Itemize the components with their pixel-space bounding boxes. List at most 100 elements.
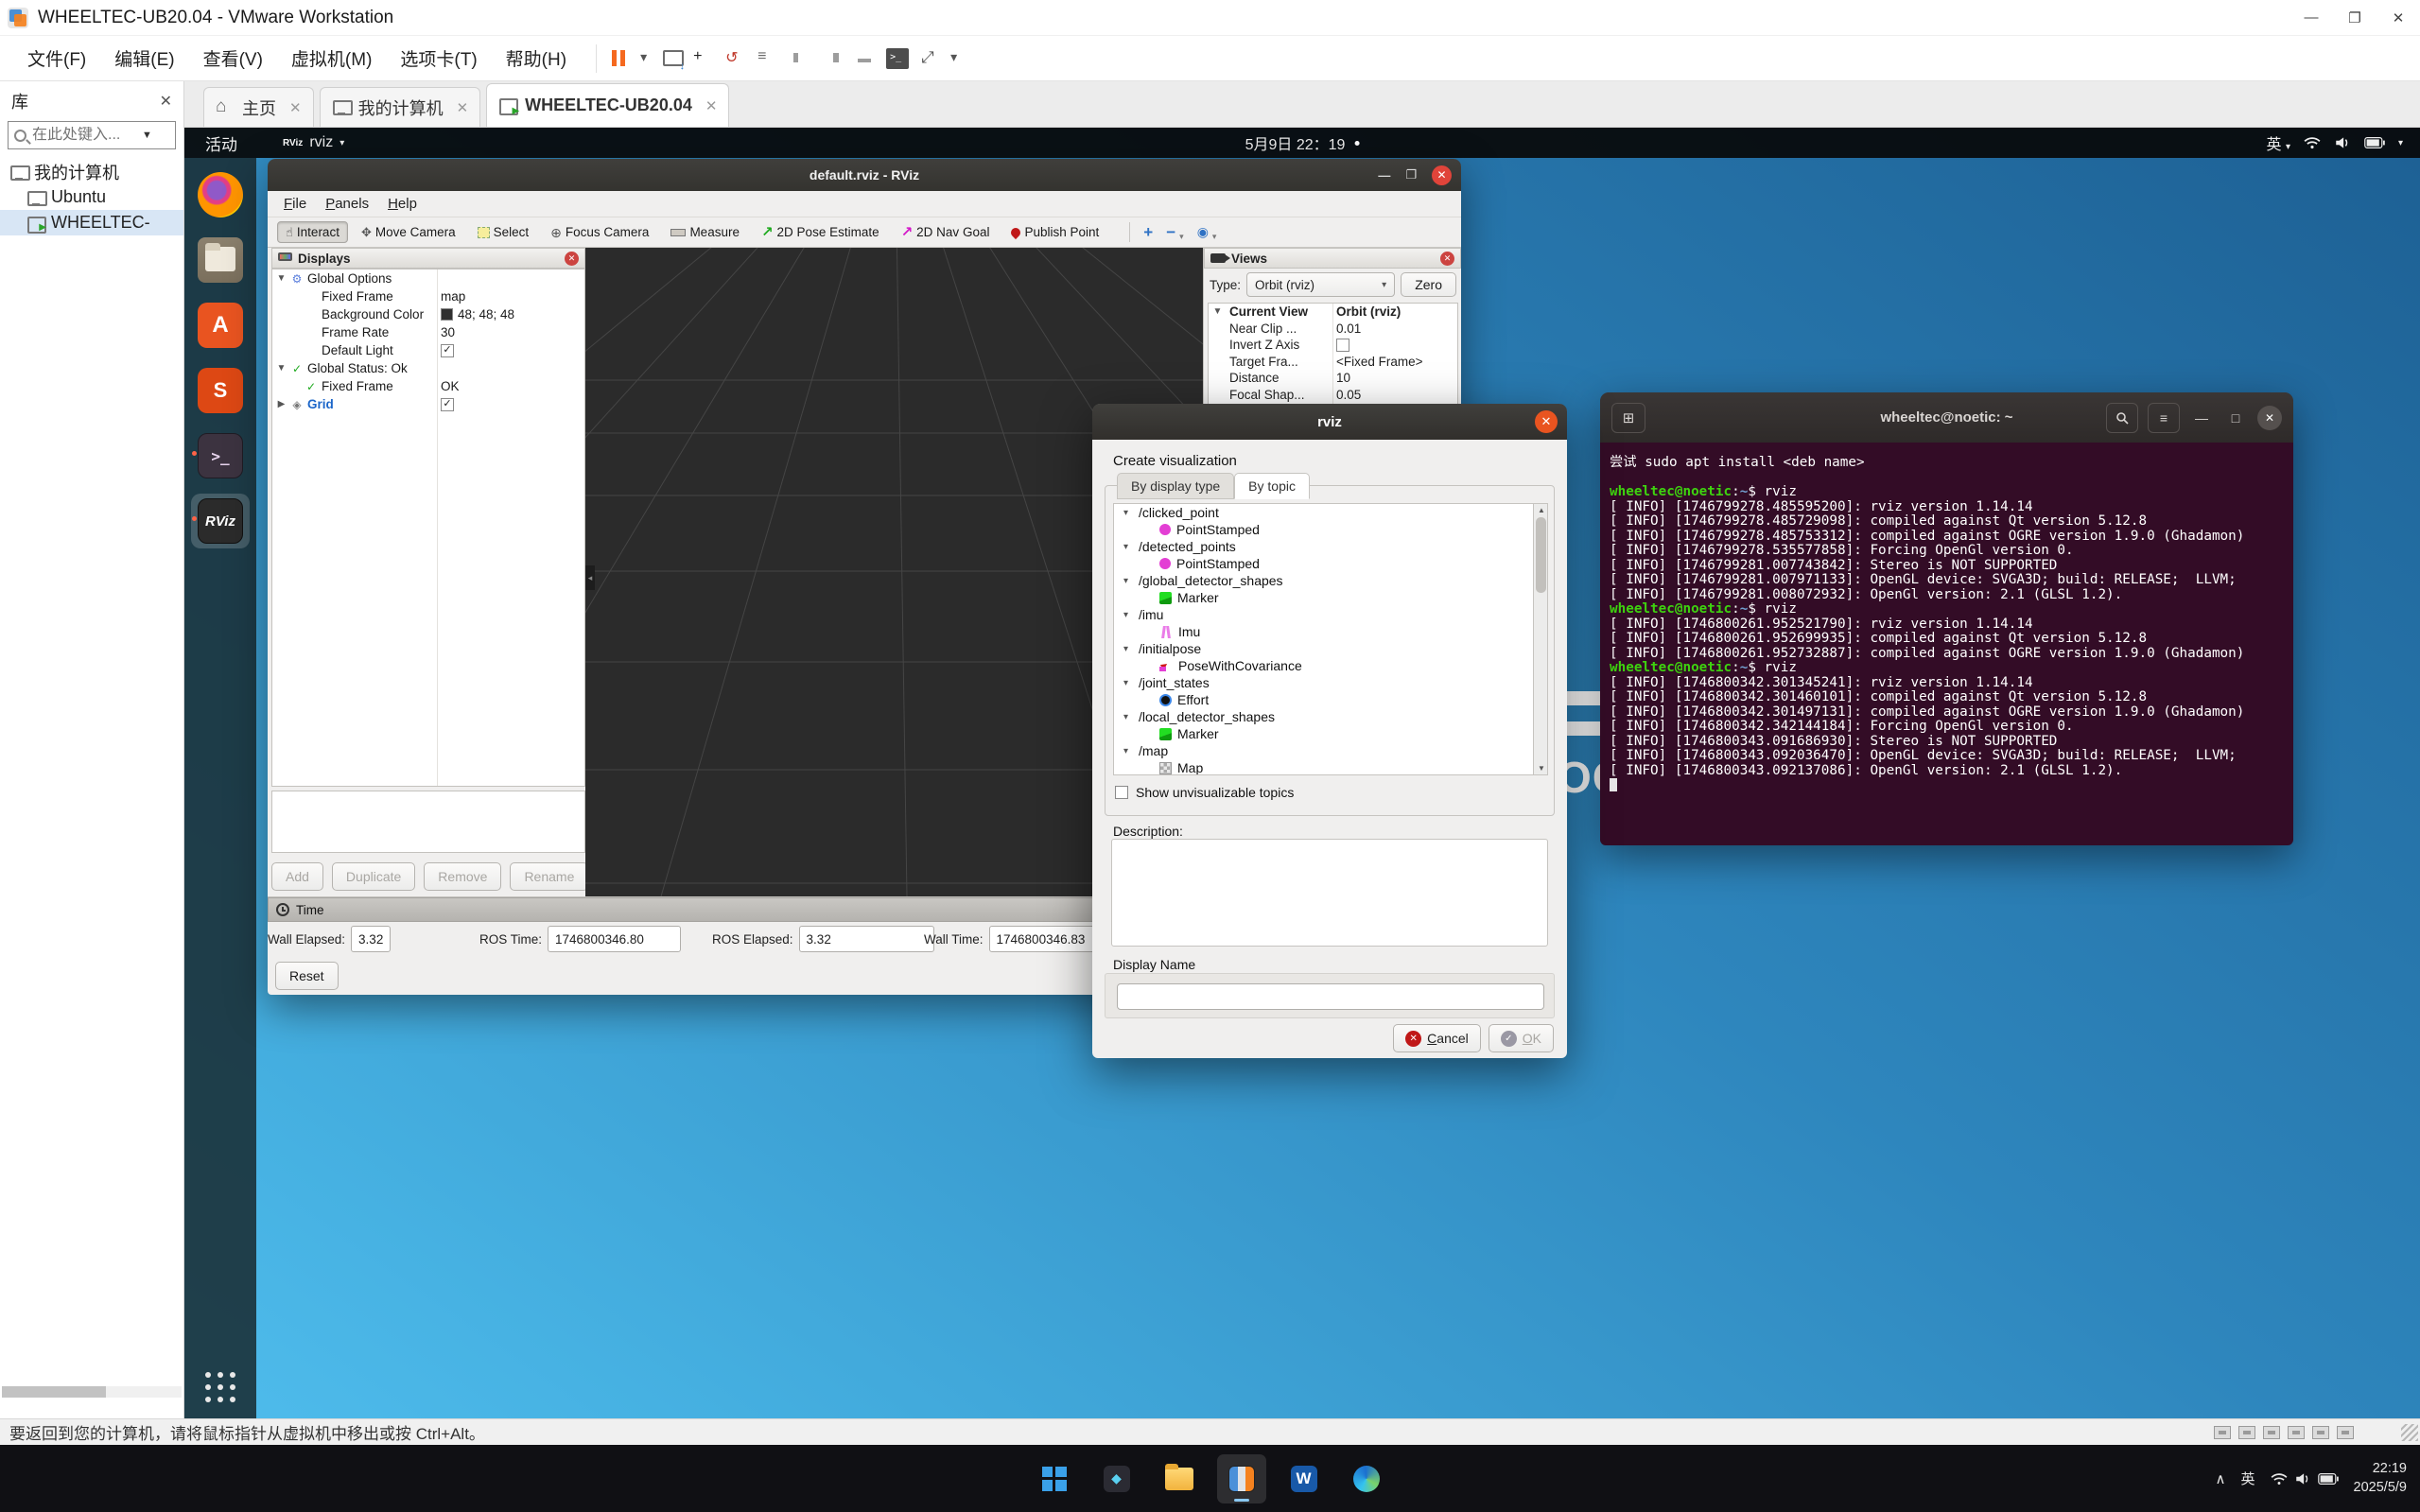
vmware-tab[interactable]: 主页 ✕	[203, 87, 314, 127]
topic-row[interactable]: ▾ Imu	[1114, 623, 1547, 640]
dock-app-icon[interactable]: RViz	[191, 494, 250, 548]
vmware-tab[interactable]: 我的计算机 ✕	[320, 87, 481, 127]
vmware-toolbar-icon[interactable]	[693, 48, 716, 69]
topic-row[interactable]: ▾ Marker	[1114, 725, 1547, 742]
topic-row[interactable]: ▾ Marker	[1114, 589, 1547, 606]
file-explorer-icon[interactable]	[1155, 1454, 1204, 1503]
displays-tree-row[interactable]: Frame Rate ✓ 30	[272, 323, 584, 341]
device-status-icon[interactable]	[2288, 1426, 2305, 1439]
topic-row[interactable]: ▾ /imu	[1114, 606, 1547, 623]
rviz-menu-item[interactable]: Panels	[317, 193, 377, 215]
rviz-tool-button[interactable]: Publish Point	[1002, 221, 1107, 243]
dock-app-icon[interactable]: >_	[191, 428, 250, 483]
vmware-toolbar-icon[interactable]	[886, 48, 909, 69]
vmware-toolbar-icon[interactable]	[757, 48, 780, 69]
edge-browser-icon[interactable]	[1342, 1454, 1391, 1503]
dock-app-icon[interactable]: S	[191, 363, 250, 418]
vmware-toolbar-icon[interactable]	[725, 48, 748, 69]
tray-expand-icon[interactable]: ∧	[2216, 1470, 2226, 1487]
vmware-toolbar-icon[interactable]	[640, 48, 652, 69]
topic-row[interactable]: ▾ Map	[1114, 759, 1547, 775]
library-hscrollbar[interactable]	[2, 1386, 182, 1398]
rviz-tool-button[interactable]: Interact	[277, 221, 348, 243]
expander-icon[interactable]: ▾	[1123, 678, 1133, 688]
close-button[interactable]: ✕	[1535, 410, 1558, 433]
time-value-input[interactable]: 3.32	[799, 926, 934, 952]
input-language-indicator[interactable]: 英 ▾	[2266, 131, 2290, 154]
system-status-area[interactable]: 英 ▾ ▾	[2266, 131, 2420, 154]
topic-list[interactable]: ▾ /clicked_point ▾ PointStamped ▾ /detec…	[1113, 503, 1548, 775]
dialog-titlebar[interactable]: rviz ✕	[1092, 404, 1567, 440]
expander-icon[interactable]: ▼	[276, 363, 287, 374]
ok-button[interactable]: ✓ OK	[1489, 1024, 1554, 1052]
views-panel-header[interactable]: Views ✕	[1204, 248, 1461, 269]
views-tree-row[interactable]: Target Fra... ✓ <Fixed Frame>	[1209, 354, 1457, 371]
expander-icon[interactable]: ▾	[1123, 542, 1133, 552]
rviz-titlebar[interactable]: default.rviz - RViz — ❐ ✕	[268, 159, 1461, 191]
menu-hamburger-icon[interactable]: ≡	[2148, 403, 2180, 433]
vmware-toolbar-icon[interactable]	[608, 48, 631, 69]
reset-button[interactable]: Reset	[275, 962, 339, 990]
topic-row[interactable]: ▾ PointStamped	[1114, 555, 1547, 572]
library-close-icon[interactable]: ✕	[160, 92, 172, 111]
show-unvisualizable-checkbox[interactable]	[1115, 786, 1128, 799]
tab-close-icon[interactable]: ✕	[289, 99, 302, 116]
views-tree-row[interactable]: Focal Shap... ✓ 0.05	[1209, 387, 1457, 404]
cancel-button[interactable]: ✕ Cancel	[1393, 1024, 1481, 1052]
resize-grip[interactable]	[2401, 1424, 2418, 1441]
expander-icon[interactable]: ▾	[1123, 644, 1133, 654]
device-status-icon[interactable]	[2214, 1426, 2231, 1439]
expander-icon[interactable]: ▶	[276, 399, 287, 409]
language-indicator[interactable]: 英	[2241, 1469, 2255, 1488]
rviz-menu-item[interactable]: File	[275, 193, 315, 215]
vmware-toolbar-icon[interactable]	[661, 48, 684, 69]
library-search-input[interactable]	[32, 127, 136, 144]
rviz-tool-button[interactable]: 2D Nav Goal	[893, 221, 999, 243]
vmware-toolbar-icon[interactable]	[950, 48, 962, 69]
rviz-tool-button[interactable]: Select	[469, 221, 538, 243]
clock-menu[interactable]: 5月9日 22：19	[1245, 131, 1360, 154]
activities-button[interactable]: 活动	[205, 131, 237, 155]
topic-row[interactable]: ▾ /detected_points	[1114, 538, 1547, 555]
library-tree-item[interactable]: WHEELTEC-	[0, 210, 183, 235]
displays-action-button[interactable]: Duplicate	[332, 862, 415, 891]
vmware-menu-item[interactable]: 文件(F)	[15, 40, 98, 77]
library-search[interactable]: ▼	[8, 121, 176, 149]
topic-row[interactable]: ▾ /initialpose	[1114, 640, 1547, 657]
checkbox[interactable]: ✓	[441, 398, 454, 411]
displays-tree-row[interactable]: Fixed Frame ✓ map	[272, 287, 584, 305]
terminal-output[interactable]: 尝试 sudo apt install <deb name>wheeltec@n…	[1600, 443, 2293, 793]
system-tray-icons[interactable]	[2271, 1472, 2339, 1486]
views-tree-row[interactable]: Distance ✓ 10	[1209, 370, 1457, 387]
topic-row[interactable]: ▾ PointStamped	[1114, 521, 1547, 538]
expander-icon[interactable]: ▾	[1123, 712, 1133, 722]
topic-row[interactable]: ▾ Effort	[1114, 691, 1547, 708]
dialog-tab[interactable]: By topic	[1234, 473, 1310, 499]
close-button[interactable]: ✕	[2257, 406, 2282, 430]
topic-row[interactable]: ▾ /clicked_point	[1114, 504, 1547, 521]
topic-row[interactable]: ▾ /joint_states	[1114, 674, 1547, 691]
remove-tool-icon[interactable]: −	[1166, 223, 1175, 242]
views-type-combobox[interactable]: Orbit (rviz)▾	[1246, 272, 1395, 297]
panel-collapse-handle[interactable]: ◂	[585, 565, 595, 590]
dialog-tab[interactable]: By display type	[1117, 473, 1234, 499]
expander-icon[interactable]: ▾	[1123, 508, 1133, 518]
minimize-button[interactable]: —	[2289, 0, 2333, 35]
rviz-tool-button[interactable]: Focus Camera	[542, 221, 657, 243]
vmware-menu-item[interactable]: 查看(V)	[191, 40, 275, 77]
taskbar-clock[interactable]: 22:19 2025/5/9	[2354, 1460, 2407, 1497]
close-button[interactable]: ✕	[2376, 0, 2420, 35]
display-name-input[interactable]	[1117, 983, 1544, 1010]
vmware-menu-item[interactable]: 选项卡(T)	[388, 40, 489, 77]
task-view-icon[interactable]: ◆	[1092, 1454, 1141, 1503]
terminal-titlebar[interactable]: ⊞ wheeltec@noetic: ~ ≡ — □ ✕	[1600, 392, 2293, 443]
checkbox[interactable]: ✓	[441, 344, 454, 357]
device-status-icon[interactable]	[2238, 1426, 2255, 1439]
vmware-toolbar-icon[interactable]	[854, 48, 877, 69]
library-tree-item[interactable]: 我的计算机	[0, 159, 183, 184]
displays-tree-row[interactable]: ▶ Grid ✓	[272, 395, 584, 413]
device-status-icon[interactable]	[2312, 1426, 2329, 1439]
views-tree-row[interactable]: ▼ Current View ✓ Orbit (rviz)	[1209, 304, 1457, 321]
views-tree-row[interactable]: Invert Z Axis ✓	[1209, 337, 1457, 354]
search-dropdown-icon[interactable]: ▼	[142, 130, 152, 141]
